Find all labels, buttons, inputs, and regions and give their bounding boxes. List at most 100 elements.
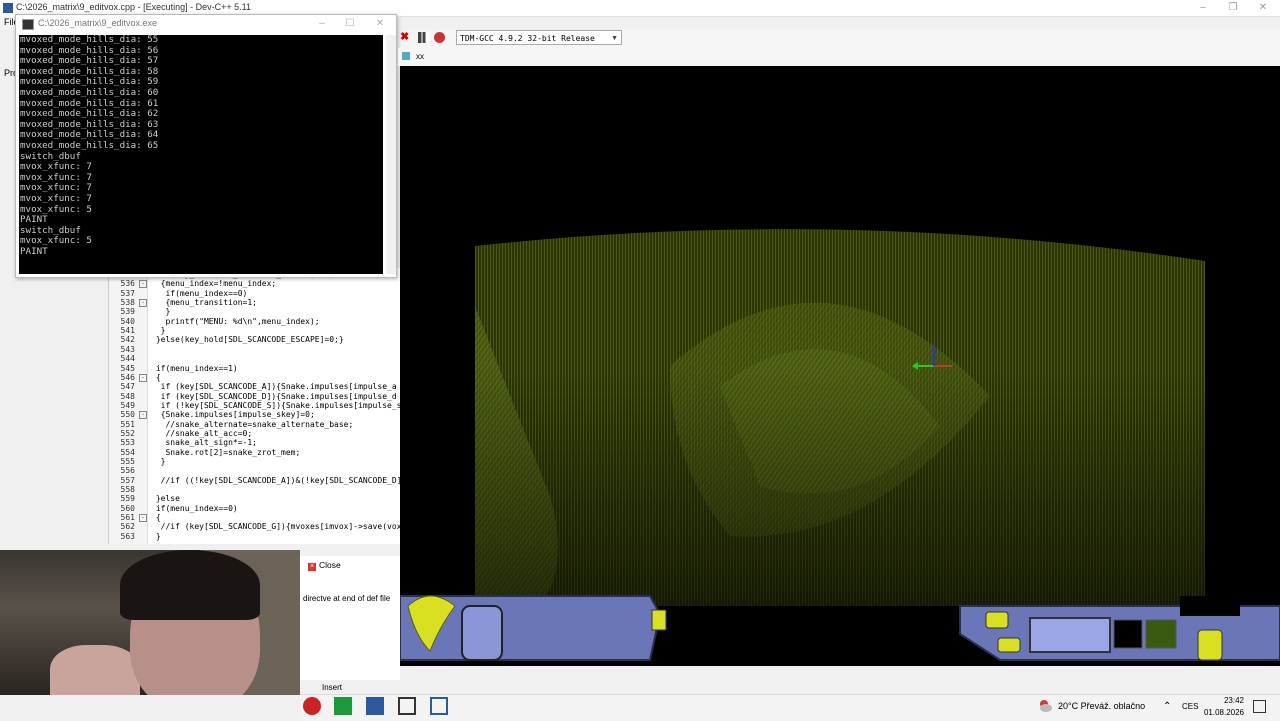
weather-cloud-icon[interactable] xyxy=(1038,699,1052,713)
stop-execution-icon[interactable]: ✖ xyxy=(400,32,411,43)
chevron-down-icon: ▼ xyxy=(611,35,618,42)
sdl-app-taskbar-icon[interactable] xyxy=(430,697,448,715)
code-text: {menu_transition=1; xyxy=(151,298,257,308)
code-text: Snake.rot[2]=snake_zrot_mem; xyxy=(151,447,301,457)
editor-line[interactable]: 541 } xyxy=(109,326,401,335)
console-output: mvoxed_mode_hills_dia: 55 mvoxed_mode_hil… xyxy=(19,35,383,274)
line-number: 563 xyxy=(120,531,135,541)
hud-keyboard-grid xyxy=(1029,617,1111,653)
fold-toggle-icon[interactable]: - xyxy=(139,514,147,523)
line-number: 557 xyxy=(120,475,135,485)
devcpp-window-title: C:\2026_matrix\9_editvox.cpp - [Executin… xyxy=(16,2,251,12)
editor-line[interactable]: 548 if (key[SDL_SCANCODE_D]){Snake.impul… xyxy=(109,392,401,401)
line-number: 561 xyxy=(120,513,135,523)
editor-line[interactable]: 540 printf("MENU: %d\n",menu_index); xyxy=(109,317,401,326)
editor-line[interactable]: 546- { xyxy=(109,373,401,382)
code-editor[interactable]: 535 if(key_hold[SDL_SCANCODE_ESCAPE]==1)… xyxy=(108,268,401,544)
voxel-scene xyxy=(400,229,1280,661)
compiler-select[interactable]: TDM-GCC 4.9.2 32-bit Release ▼ xyxy=(456,30,622,45)
weather-text[interactable]: 20°C Převáž. oblačno xyxy=(1058,701,1145,711)
editor-line[interactable]: 547 if (key[SDL_SCANCODE_A]){Snake.impul… xyxy=(109,382,401,391)
window-app-icon[interactable] xyxy=(398,697,416,715)
editor-line[interactable]: 556 xyxy=(109,466,401,475)
editor-line[interactable]: 551 //snake_alternate=snake_alternate_ba… xyxy=(109,420,401,429)
editor-line[interactable]: 543 xyxy=(109,345,401,354)
editor-line[interactable]: 539 } xyxy=(109,307,401,316)
tray-chevron-up-icon[interactable]: ⌃ xyxy=(1163,701,1171,712)
line-number: 560 xyxy=(120,503,135,513)
editor-line[interactable]: 557 //if ((!key[SDL_SCANCODE_A])&(!key[S… xyxy=(109,476,401,485)
obs-app-icon[interactable] xyxy=(303,697,321,715)
line-number: 536 xyxy=(120,279,135,289)
editor-line[interactable]: 560 if(menu_index==0) xyxy=(109,504,401,513)
compiler-message: directve at end of def file xyxy=(303,594,391,603)
console-line: mvoxed_mode_hills_dia: 60 xyxy=(20,86,159,98)
webcam-person-hair xyxy=(120,550,260,620)
hud-color-swatch-green xyxy=(1145,619,1177,649)
code-text: //snake_alternate=snake_alternate_base; xyxy=(151,419,354,429)
editor-line[interactable]: 553 snake_alt_sign*=-1; xyxy=(109,438,401,447)
code-text: } xyxy=(151,307,171,317)
minimize-button[interactable]: – xyxy=(1188,0,1218,16)
terminal-app-icon[interactable] xyxy=(334,697,352,715)
console-minimize-button[interactable]: – xyxy=(308,15,336,33)
editor-line[interactable]: 561- { xyxy=(109,513,401,523)
fold-toggle-icon[interactable]: - xyxy=(139,411,147,420)
editor-line[interactable]: 536- {menu_index=!menu_index; xyxy=(109,279,401,289)
editor-line[interactable]: 549 if (!key[SDL_SCANCODE_S]){Snake.impu… xyxy=(109,401,401,410)
editor-line[interactable]: 555 } xyxy=(109,457,401,466)
editor-line[interactable]: 550- {Snake.impulses[impulse_skey]=0; xyxy=(109,410,401,420)
devcpp-app-taskbar-icon[interactable] xyxy=(366,697,384,715)
editor-line[interactable]: 554 Snake.rot[2]=snake_zrot_mem; xyxy=(109,448,401,457)
editor-line[interactable]: 558 xyxy=(109,485,401,494)
line-number: 553 xyxy=(120,438,135,448)
console-line: mvoxed_mode_hills_dia: 55 xyxy=(20,35,159,45)
code-text: {menu_index=!menu_index; xyxy=(151,279,277,289)
editor-line[interactable]: 538- {menu_transition=1; xyxy=(109,298,401,308)
line-number: 547 xyxy=(120,382,135,392)
code-text: {Snake.impulses[impulse_skey]=0; xyxy=(151,410,315,420)
maximize-button[interactable]: ❐ xyxy=(1218,0,1248,16)
console-window[interactable]: C:\2026_matrix\9_editvox.exe – ☐ ✕ mvoxe… xyxy=(15,14,397,278)
fold-toggle-icon[interactable]: - xyxy=(139,373,147,382)
line-number: 538 xyxy=(120,298,135,308)
voxel-viewport[interactable] xyxy=(400,66,1280,666)
chart-icon[interactable] xyxy=(418,32,429,43)
line-number: 551 xyxy=(120,419,135,429)
notification-icon[interactable] xyxy=(1253,700,1266,713)
close-log-button[interactable]: × Close xyxy=(308,560,341,571)
editor-line[interactable]: 559 }else xyxy=(109,494,401,503)
line-number: 556 xyxy=(120,466,135,476)
editor-line[interactable]: 544 xyxy=(109,354,401,363)
console-close-button[interactable]: ✕ xyxy=(366,15,394,33)
console-line: PAINT xyxy=(20,245,48,257)
line-number: 540 xyxy=(120,316,135,326)
devcpp-app-icon xyxy=(3,3,13,13)
code-text: //if ((!key[SDL_SCANCODE_A])&(!key[SDL_S… xyxy=(151,475,401,485)
fold-toggle-icon[interactable]: - xyxy=(139,280,147,289)
console-line: mvox_xfunc: 5 xyxy=(20,203,92,215)
console-scrollbar[interactable] xyxy=(386,35,396,274)
line-number: 542 xyxy=(120,335,135,345)
line-number: 543 xyxy=(120,344,135,354)
hud-color-swatch-black xyxy=(1113,619,1143,649)
editor-line[interactable]: 563 } xyxy=(109,532,401,541)
code-text: if(menu_index==1) xyxy=(151,363,238,373)
console-line: mvoxed_mode_hills_dia: 65 xyxy=(20,139,159,151)
fold-toggle-icon[interactable]: - xyxy=(139,299,147,308)
taskbar-clock[interactable]: 23:42 01.08.2026 xyxy=(1200,695,1244,719)
close-log-label: Close xyxy=(319,560,341,570)
editor-line[interactable]: 562 //if (key[SDL_SCANCODE_G]){mvoxes[im… xyxy=(109,522,401,531)
editor-line[interactable]: 542 }else(key_hold[SDL_SCANCODE_ESCAPE]=… xyxy=(109,335,401,344)
line-number: 549 xyxy=(120,400,135,410)
clock-date: 01.08.2026 xyxy=(1203,708,1244,717)
editor-line[interactable]: 537 if(menu_index==0) xyxy=(109,289,401,298)
close-window-button[interactable]: ✕ xyxy=(1248,0,1278,16)
debug-bug-icon[interactable] xyxy=(434,32,445,43)
console-maximize-button[interactable]: ☐ xyxy=(336,15,364,33)
editor-line[interactable]: 545 if(menu_index==1) xyxy=(109,364,401,373)
editor-line[interactable]: 552 //snake_alt_acc=0; xyxy=(109,429,401,438)
close-icon: × xyxy=(308,563,316,571)
line-number: 559 xyxy=(120,494,135,504)
language-indicator[interactable]: CES xyxy=(1182,702,1198,711)
